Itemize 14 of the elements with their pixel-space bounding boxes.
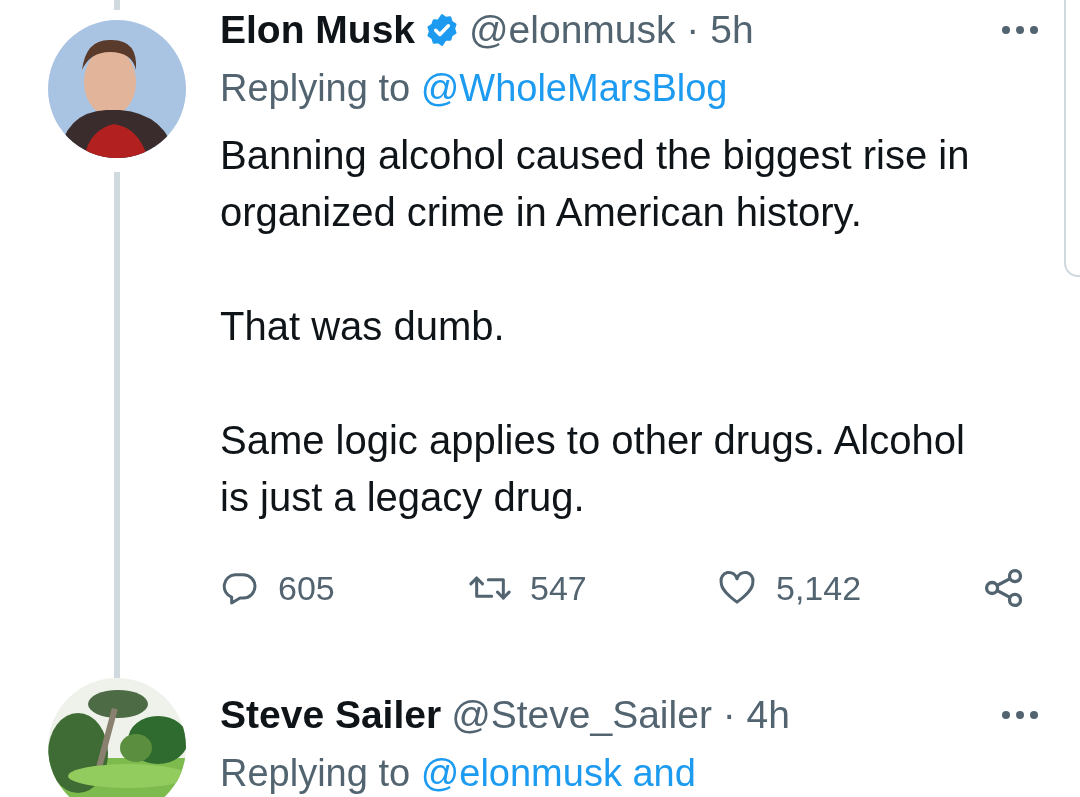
author-name[interactable]: Steve Sailer <box>220 693 442 737</box>
replying-label: Replying to <box>220 752 411 794</box>
retweet-count: 547 <box>530 568 587 608</box>
author-name[interactable]: Elon Musk <box>220 8 416 52</box>
replying-label: Replying to <box>220 67 411 109</box>
reply-count: 605 <box>278 568 335 608</box>
tweet-text: Same logic applies to other drugs. Alcohol is just a legacy drug. <box>220 417 966 521</box>
like-count: 5,142 <box>776 568 862 608</box>
tweet-text: That was dumb. <box>220 303 506 350</box>
more-icon[interactable] <box>1000 24 1040 36</box>
tweet-text: Banning alcohol caused the biggest rise in organized crime in American history. <box>220 132 971 236</box>
handle-and-time: @elonmusk · 5h <box>469 8 755 52</box>
handle-and-time: @Steve_Sailer · 4h <box>451 693 791 737</box>
more-icon[interactable] <box>1000 709 1040 721</box>
